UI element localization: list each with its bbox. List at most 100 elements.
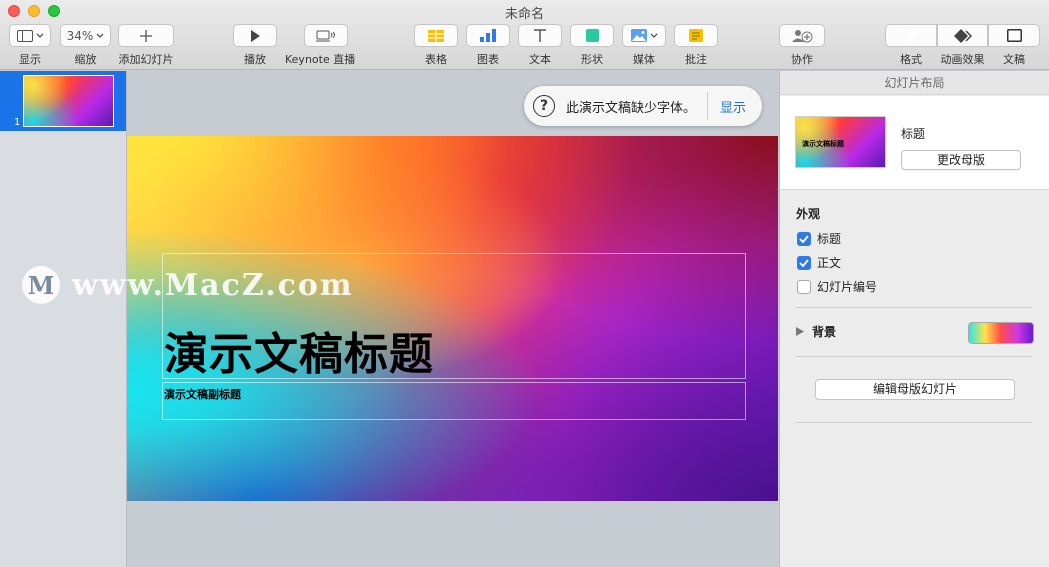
text-tool: 文本 <box>518 24 562 67</box>
comment-label: 批注 <box>685 53 707 66</box>
collaborate-icon <box>792 29 813 42</box>
body-checkbox[interactable] <box>797 255 811 270</box>
subtitle-placeholder[interactable] <box>162 382 746 420</box>
comment-tool: 批注 <box>674 24 718 67</box>
format-button[interactable] <box>885 24 937 47</box>
animate-button[interactable] <box>937 24 988 47</box>
inspector-panel: 幻灯片布局 演示文稿标题 标题 更改母版 外观 标题 正文 幻灯片编号 背景 编… <box>779 71 1049 567</box>
master-name: 标题 <box>901 127 926 141</box>
missing-fonts-banner: ? 此演示文稿缺少字体。 显示 <box>524 86 762 126</box>
background-swatch[interactable] <box>968 322 1034 344</box>
view-label: 显示 <box>19 53 41 66</box>
master-thumbnail-text: 演示文稿标题 <box>802 140 844 148</box>
slide[interactable]: 演示文稿标题 演示文稿副标题 <box>127 136 778 501</box>
slide-number-option[interactable]: 幻灯片编号 <box>797 278 877 295</box>
add-slide-label: 添加幻灯片 <box>118 53 174 66</box>
shape-button[interactable] <box>570 24 614 47</box>
keynote-live-icon <box>315 30 335 41</box>
window-title: 未命名 <box>504 7 544 22</box>
comment-icon <box>689 29 703 42</box>
view-button[interactable] <box>9 24 51 47</box>
animate-label: 动画效果 <box>940 53 985 66</box>
play-button[interactable] <box>233 24 277 47</box>
divider <box>707 92 708 120</box>
media-button[interactable] <box>622 24 666 47</box>
table-tool: 表格 <box>414 24 458 67</box>
shape-icon <box>585 29 599 42</box>
plus-icon <box>140 29 152 42</box>
text-icon <box>534 29 546 42</box>
checkmark-icon <box>799 234 809 243</box>
add-slide-button[interactable] <box>118 24 174 47</box>
watermark: M www.MacZ.com <box>22 266 354 304</box>
comment-button[interactable] <box>674 24 718 47</box>
slide-subtitle[interactable]: 演示文稿副标题 <box>164 386 241 402</box>
background-label: 背景 <box>812 325 837 339</box>
title-option-label: 标题 <box>817 232 842 246</box>
change-master-button[interactable]: 更改母版 <box>901 150 1021 170</box>
missing-fonts-message: 此演示文稿缺少字体。 <box>566 100 697 116</box>
question-icon: ? <box>533 95 555 117</box>
slide-thumbnail[interactable] <box>23 75 114 127</box>
slide-number-checkbox[interactable] <box>797 279 811 294</box>
chevron-down-icon <box>36 33 43 38</box>
media-tool: 媒体 <box>622 24 666 67</box>
master-thumbnail[interactable]: 演示文稿标题 <box>795 116 886 168</box>
title-option[interactable]: 标题 <box>797 230 841 247</box>
slide-number-option-label: 幻灯片编号 <box>817 280 878 294</box>
document-icon <box>1006 29 1022 42</box>
watermark-text: www.MacZ.com <box>72 267 354 303</box>
chart-button[interactable] <box>466 24 510 47</box>
document-label: 文稿 <box>1003 53 1025 66</box>
inspector-header: 幻灯片布局 <box>780 71 1049 95</box>
separator <box>796 356 1032 357</box>
separator <box>796 422 1032 423</box>
macz-logo-icon: M <box>22 266 60 304</box>
photo-icon <box>630 29 647 42</box>
shape-label: 形状 <box>581 53 603 66</box>
keynote-live-label: Keynote 直播 <box>285 53 356 66</box>
checkmark-icon <box>799 258 809 267</box>
slide-number: 1 <box>14 117 21 128</box>
play-icon <box>251 29 260 42</box>
play-label: 播放 <box>244 53 266 66</box>
keynote-live-button[interactable] <box>303 24 348 47</box>
text-button[interactable] <box>518 24 562 47</box>
slide-title[interactable]: 演示文稿标题 <box>164 318 434 382</box>
format-label: 格式 <box>900 53 922 66</box>
collaborate-button[interactable] <box>779 24 825 47</box>
inspector-tabs: 格式 动画效果 文稿 <box>885 24 1040 67</box>
zoom-button[interactable]: 34% <box>60 24 111 47</box>
chevron-down-icon <box>96 33 104 38</box>
chevron-down-icon <box>650 33 657 38</box>
keynote-live-tool: Keynote 直播 <box>285 24 355 67</box>
table-label: 表格 <box>425 53 447 66</box>
body-option[interactable]: 正文 <box>797 254 841 271</box>
zoom-value: 34% <box>66 28 94 43</box>
show-missing-fonts-button[interactable]: 显示 <box>720 97 746 116</box>
toolbar: 未命名 显示 34% 缩放 添加幻灯片 播放 Keynote 直播 表格 图表 … <box>0 0 1049 70</box>
appearance-title: 外观 <box>796 207 821 221</box>
play-tool: 播放 <box>233 24 277 67</box>
animate-icon <box>953 28 972 43</box>
title-checkbox[interactable] <box>797 231 811 246</box>
edit-master-button[interactable]: 编辑母版幻灯片 <box>815 379 1015 400</box>
slide-navigator: 1 <box>0 71 127 567</box>
slide-thumbnail-selected[interactable]: 1 <box>0 71 126 131</box>
table-button[interactable] <box>414 24 458 47</box>
table-icon <box>428 29 444 42</box>
view-tool: 显示 <box>9 24 51 67</box>
sidebar-icon <box>16 29 33 42</box>
collaborate-label: 协作 <box>791 53 813 66</box>
document-button[interactable] <box>988 24 1040 47</box>
chart-tool: 图表 <box>466 24 510 67</box>
chart-label: 图表 <box>477 53 499 66</box>
separator <box>796 307 1032 308</box>
body-option-label: 正文 <box>817 256 842 270</box>
bar-chart-icon <box>480 29 496 42</box>
media-label: 媒体 <box>633 53 655 66</box>
shape-tool: 形状 <box>570 24 614 67</box>
zoom-tool: 34% 缩放 <box>60 24 111 67</box>
paintbrush-icon <box>904 28 918 43</box>
background-disclosure[interactable]: 背景 <box>796 323 836 340</box>
